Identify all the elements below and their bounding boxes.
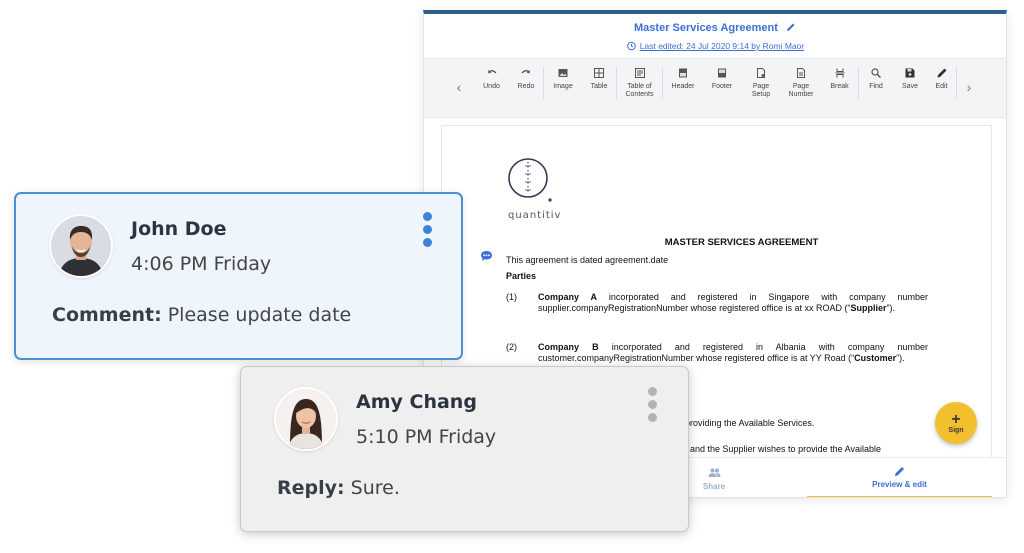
more-options-icon[interactable]	[421, 212, 433, 252]
reply-card[interactable]: Amy Chang 5:10 PM Friday Reply: Sure.	[240, 366, 689, 532]
comment-label: Comment:	[52, 304, 162, 326]
parties-heading: Parties	[506, 271, 537, 281]
undo-icon	[487, 70, 496, 74]
last-edited-link[interactable]: Last edited: 24 Jul 2020 9:14 by Romi Ma…	[424, 41, 1006, 51]
tab-preview-label: Preview & edit	[872, 480, 927, 489]
header-icon	[679, 68, 687, 78]
break-button[interactable]: Break	[821, 67, 859, 99]
image-button[interactable]: Image	[544, 67, 582, 99]
tab-preview-edit[interactable]: Preview & edit	[807, 458, 992, 497]
reply-author: Amy Chang	[356, 391, 477, 413]
last-edited-text[interactable]: Last edited: 24 Jul 2020 9:14 by Romi Ma…	[640, 41, 804, 51]
recital-text: and the Supplier wishes to provide the A…	[690, 444, 881, 454]
comment-card[interactable]: John Doe 4:06 PM Friday Comment: Please …	[14, 192, 463, 360]
save-button[interactable]: Save	[893, 67, 927, 99]
table-button[interactable]: Table	[582, 67, 617, 99]
clause-customer: Company B incorporated and registered in…	[538, 342, 928, 364]
clause-end: ”).	[886, 303, 895, 313]
avatar	[51, 216, 111, 276]
recital-text: providing the Available Services.	[685, 418, 815, 428]
toc-icon	[634, 68, 645, 78]
reply-timestamp: 5:10 PM Friday	[356, 426, 497, 448]
undo-button[interactable]: Undo	[474, 67, 509, 99]
search-icon	[871, 68, 881, 78]
sign-label: Sign	[948, 426, 964, 434]
avatar	[276, 389, 336, 449]
pencil-icon	[937, 68, 946, 78]
comment-bubble-icon[interactable]	[480, 250, 493, 262]
toolbar-scroll-right-icon[interactable]: ›	[962, 79, 976, 95]
image-icon	[558, 69, 568, 77]
edit-button[interactable]: Edit	[927, 67, 957, 99]
john-avatar-icon	[51, 216, 111, 276]
amy-avatar-icon	[276, 389, 336, 449]
comment-body: Comment: Please update date	[52, 304, 351, 326]
sign-fab-button[interactable]: + Sign	[935, 402, 977, 444]
plus-icon: +	[951, 410, 961, 428]
comment-text: Please update date	[161, 304, 352, 326]
toolbar-scroll-left-icon[interactable]: ‹	[452, 79, 466, 95]
toc-button[interactable]: Table of Contents	[617, 67, 663, 99]
reply-label: Reply:	[277, 477, 345, 499]
redo-icon	[521, 70, 530, 74]
find-button[interactable]: Find	[859, 67, 893, 99]
redo-button[interactable]: Redo	[509, 67, 544, 99]
clause-defined-term: Customer	[854, 353, 897, 363]
doc-title[interactable]: Master Services Agreement	[634, 22, 778, 34]
agreement-heading: MASTER SERVICES AGREEMENT	[664, 237, 819, 248]
logo-text: quantitiv	[508, 210, 562, 221]
page-number-icon	[797, 68, 805, 78]
clause-number: (2)	[506, 342, 517, 352]
reply-body: Reply: Sure.	[277, 477, 400, 499]
footer-button[interactable]: Footer	[703, 67, 741, 99]
footer-icon	[718, 68, 726, 78]
clause-number: (1)	[506, 292, 517, 302]
pencil-icon	[895, 467, 904, 476]
page-number-button[interactable]: Page Number	[781, 67, 821, 99]
reply-text: Sure.	[344, 477, 400, 499]
break-icon	[835, 68, 844, 78]
clause-party-name: Company A	[538, 292, 598, 302]
editor-toolbar: ‹ Undo Redo Image Table Table of Content…	[424, 58, 1006, 118]
more-options-icon[interactable]	[646, 387, 658, 427]
table-icon	[594, 68, 604, 78]
clause-supplier: Company A incorporated and registered in…	[538, 292, 928, 314]
doc-title-row[interactable]: Master Services Agreement	[424, 22, 1006, 34]
comment-timestamp: 4:06 PM Friday	[131, 253, 272, 275]
page-setup-button[interactable]: Page Setup	[741, 67, 781, 99]
dated-line: This agreement is dated agreement.date	[506, 255, 669, 265]
header-button[interactable]: Header	[663, 67, 703, 99]
clause-defined-term: Supplier	[850, 303, 887, 313]
edit-title-icon[interactable]	[786, 22, 796, 32]
toolbar-items: Undo Redo Image Table Table of Contents …	[474, 67, 957, 99]
clause-party-name: Company B	[538, 342, 599, 352]
save-icon	[905, 68, 915, 78]
clause-end: ”).	[896, 353, 905, 363]
page-setup-icon	[757, 68, 765, 78]
comment-author: John Doe	[131, 218, 227, 240]
history-icon	[626, 41, 636, 51]
tab-share-label: Share	[702, 481, 726, 491]
people-icon	[708, 468, 720, 477]
